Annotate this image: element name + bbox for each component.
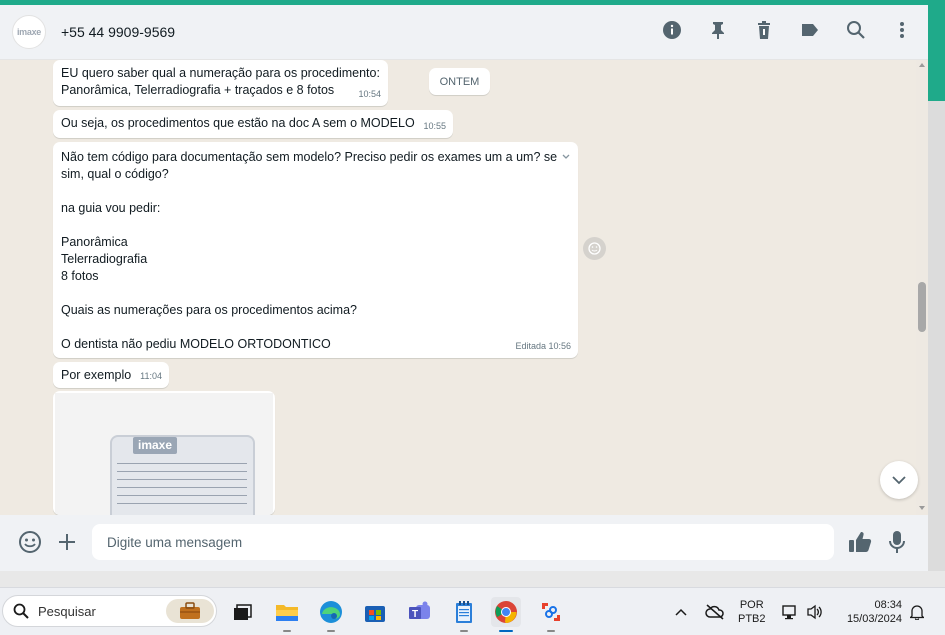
clock[interactable]: 08:34 15/03/2024 — [838, 588, 902, 635]
message-bubble[interactable]: Ou seja, os procedimentos que estão na d… — [53, 110, 453, 138]
keyboard-layout: PTB2 — [738, 613, 766, 625]
document-photo[interactable]: imaxe — [55, 393, 273, 515]
contact-avatar[interactable]: imaxe — [12, 15, 46, 49]
message-text: Ou seja, os procedimentos que estão na d… — [61, 116, 415, 130]
chevron-down-icon — [892, 475, 906, 484]
notepad-icon[interactable] — [449, 597, 479, 632]
contact-name[interactable]: +55 44 9909-9569 — [61, 24, 175, 40]
avatar-text: imaxe — [16, 27, 42, 37]
scroll-to-bottom-button[interactable] — [880, 461, 918, 499]
message-time: 10:54 — [358, 89, 381, 99]
message-bubble[interactable]: Por exemplo 11:04 — [53, 362, 169, 388]
label-icon[interactable] — [798, 18, 822, 42]
volume-icon[interactable] — [806, 588, 824, 635]
message-text: EU quero saber qual a numeração para os … — [61, 66, 380, 97]
task-view-icon[interactable] — [227, 597, 257, 627]
message-bubble[interactable]: Não tem código para documentação sem mod… — [53, 142, 578, 358]
pin-icon[interactable] — [706, 18, 730, 42]
clock-date: 15/03/2024 — [846, 613, 902, 625]
svg-text:T: T — [412, 609, 418, 620]
store-icon[interactable] — [360, 597, 390, 627]
document-line — [117, 471, 247, 472]
chrome-icon[interactable] — [491, 597, 521, 632]
network-icon[interactable] — [780, 588, 798, 635]
file-explorer-icon[interactable] — [272, 597, 302, 632]
microphone-icon[interactable] — [884, 529, 910, 555]
emoji-icon[interactable] — [17, 529, 43, 555]
side-accent-strip — [928, 5, 945, 101]
side-gray-column — [928, 101, 945, 571]
message-input[interactable]: Digite uma mensagem — [92, 524, 834, 560]
chat-header[interactable]: imaxe +55 44 9909-9569 — [0, 5, 928, 60]
message-time: 10:55 — [423, 121, 446, 131]
message-text: Não tem código para documentação sem mod… — [61, 150, 558, 351]
emoji-reaction-icon[interactable] — [583, 237, 606, 260]
cloud-offline-icon[interactable] — [705, 588, 725, 635]
message-time: 11:04 — [140, 371, 162, 381]
document-line — [117, 479, 247, 480]
edge-browser-icon[interactable] — [316, 597, 346, 632]
search-icon — [13, 603, 29, 619]
info-icon[interactable] — [660, 18, 684, 42]
thumbs-up-icon[interactable] — [847, 529, 873, 555]
scroll-up-arrow-icon[interactable] — [919, 63, 925, 67]
language-code: POR — [739, 599, 764, 611]
os-taskbar: Pesquisar T POR PTB2 08:34 15/03/2024 — [0, 587, 945, 635]
clock-time: 08:34 — [874, 599, 902, 611]
search-icon[interactable] — [844, 18, 868, 42]
image-message[interactable]: imaxe — [53, 391, 275, 515]
chevron-down-icon[interactable] — [562, 148, 570, 165]
briefcase-icon[interactable] — [166, 599, 214, 623]
date-chip: ONTEM — [429, 68, 490, 95]
scroll-down-arrow-icon[interactable] — [919, 506, 925, 510]
message-time: Editada 10:56 — [515, 341, 571, 351]
tray-chevron-up-icon[interactable] — [675, 588, 687, 635]
document-line — [117, 503, 247, 504]
document-line — [117, 487, 247, 488]
notification-bell-icon[interactable] — [910, 588, 924, 635]
taskbar-search[interactable]: Pesquisar — [2, 595, 217, 627]
scrollbar-thumb[interactable] — [918, 282, 926, 332]
header-actions — [660, 18, 914, 42]
snipping-tool-icon[interactable] — [536, 597, 566, 632]
plus-icon[interactable] — [54, 529, 80, 555]
document-brand: imaxe — [133, 437, 178, 454]
taskbar-search-placeholder: Pesquisar — [38, 603, 96, 619]
document-line — [117, 463, 247, 464]
more-vertical-icon[interactable] — [890, 18, 914, 42]
message-composer: Digite uma mensagem — [0, 515, 928, 571]
input-language-indicator[interactable]: POR PTB2 — [738, 588, 766, 635]
window-bottom-gap — [0, 571, 945, 587]
teams-icon[interactable]: T — [405, 597, 435, 627]
message-bubble[interactable]: EU quero saber qual a numeração para os … — [53, 60, 388, 106]
document-line — [117, 495, 247, 496]
trash-icon[interactable] — [752, 18, 776, 42]
